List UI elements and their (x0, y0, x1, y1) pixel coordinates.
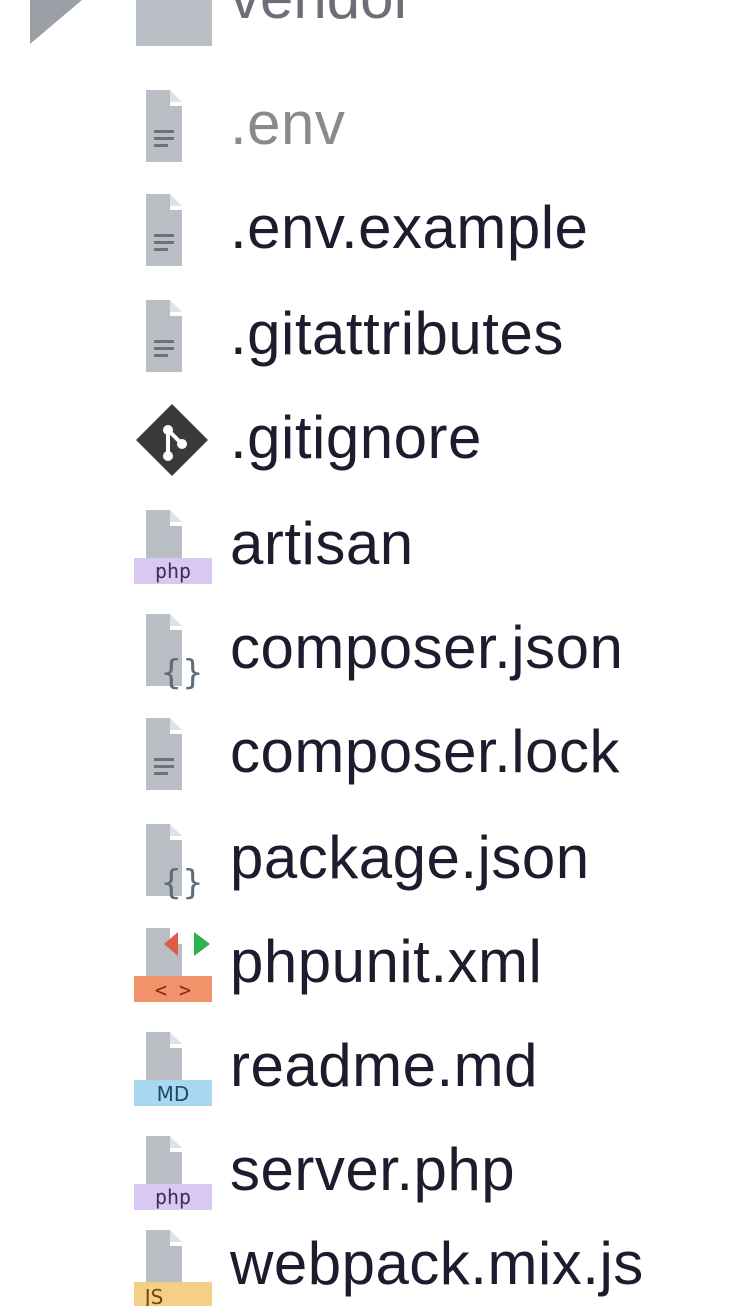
tree-row-file[interactable]: .env.example (0, 176, 755, 280)
tree-row-file[interactable]: JS webpack.mix.js (0, 1212, 755, 1316)
file-label: readme.md (230, 1032, 538, 1099)
file-badge-text: MD (157, 1082, 190, 1106)
tree-row-file[interactable]: {} composer.json (0, 596, 755, 700)
file-label: .gitattributes (230, 300, 564, 367)
file-label: composer.json (230, 614, 624, 681)
file-label: .gitignore (230, 404, 482, 471)
file-label: .env (230, 90, 346, 157)
file-badge-text: php (155, 559, 191, 583)
text-file-icon (132, 714, 218, 794)
tree-row-file[interactable]: .gitattributes (0, 282, 755, 386)
file-label: artisan (230, 510, 414, 577)
file-badge-text: < > (155, 978, 191, 1002)
tree-row-file[interactable]: .gitignore (0, 386, 755, 490)
markdown-file-icon: MD (132, 1028, 218, 1108)
js-file-icon: JS (132, 1226, 218, 1306)
folder-icon (136, 0, 212, 46)
file-label: server.php (230, 1136, 516, 1203)
tree-row-file[interactable]: MD readme.md (0, 1014, 755, 1118)
text-file-icon (132, 86, 218, 166)
folder-label: vendor (230, 0, 413, 40)
disclosure-triangle-icon[interactable] (30, 0, 82, 44)
tree-row-file[interactable]: php artisan (0, 492, 755, 596)
tree-row-file[interactable]: .env (0, 72, 755, 176)
php-file-icon: php (132, 506, 218, 586)
xml-file-icon: < > (132, 924, 218, 1004)
tree-row-file[interactable]: php server.php (0, 1118, 755, 1222)
json-file-icon: {} (132, 610, 218, 690)
file-label: webpack.mix.js (230, 1230, 644, 1297)
file-label: phpunit.xml (230, 928, 543, 995)
file-label: .env.example (230, 194, 589, 261)
json-file-icon: {} (132, 820, 218, 900)
svg-text:{}: {} (160, 863, 203, 900)
tree-row-file[interactable]: composer.lock (0, 700, 755, 804)
php-file-icon: php (132, 1132, 218, 1212)
tree-row-file[interactable]: {} package.json (0, 806, 755, 910)
text-file-icon (132, 190, 218, 270)
file-label: package.json (230, 824, 590, 891)
text-file-icon (132, 296, 218, 376)
svg-text:{}: {} (160, 653, 203, 690)
tree-row-file[interactable]: < > phpunit.xml (0, 910, 755, 1014)
file-tree: vendor .env .env.example (0, 0, 755, 1306)
file-badge-text: php (155, 1185, 191, 1209)
file-label: composer.lock (230, 718, 620, 785)
git-icon (132, 400, 218, 480)
